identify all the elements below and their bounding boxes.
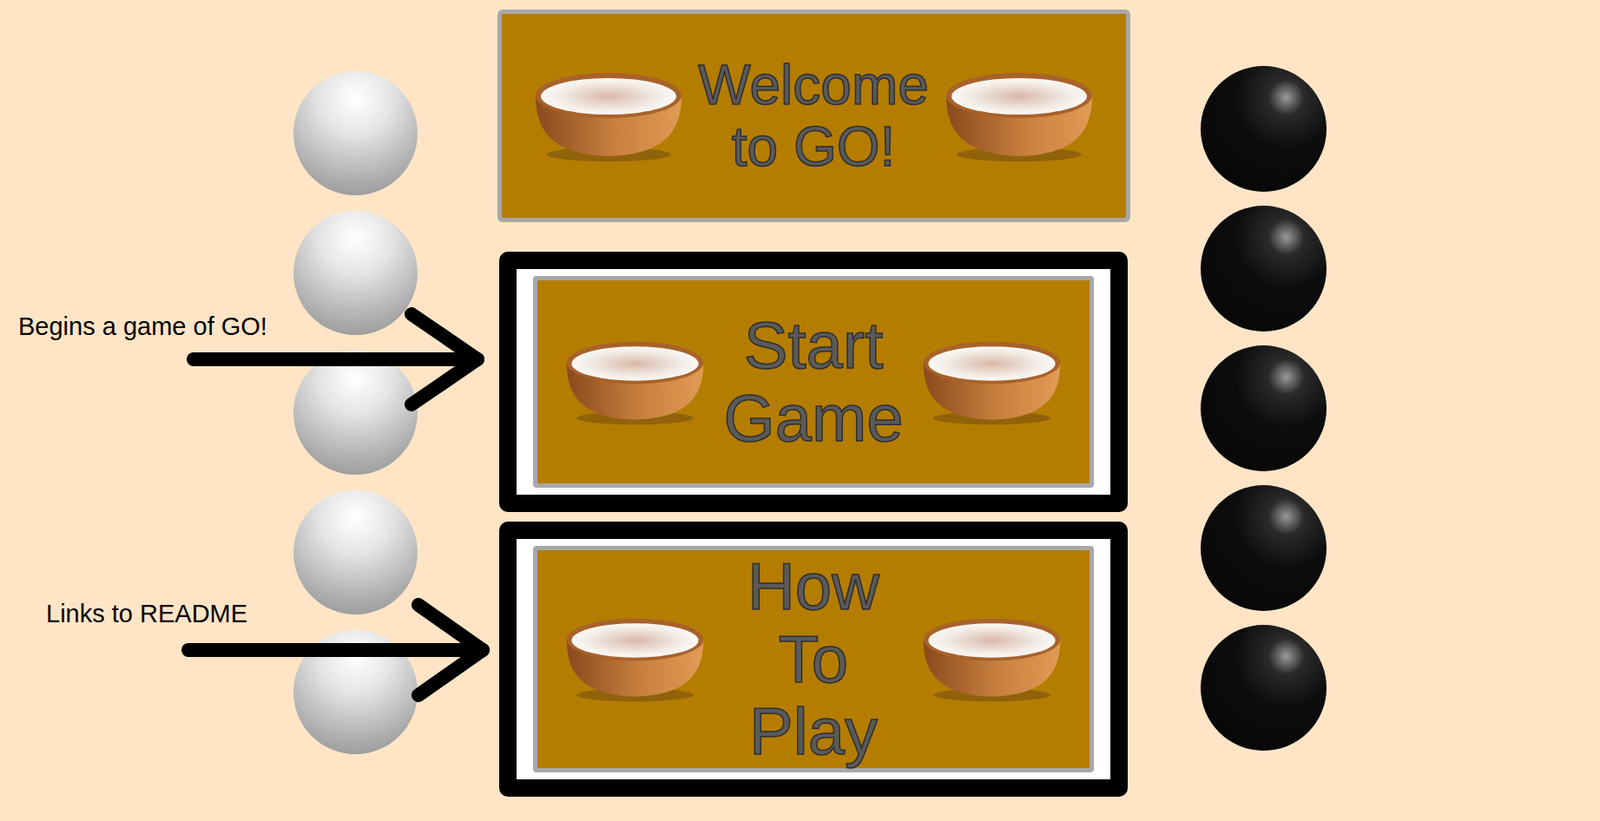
white-stone-icon — [293, 71, 418, 196]
black-stone-icon — [1200, 345, 1327, 472]
white-stone-icon — [293, 350, 418, 475]
black-stone-icon — [1200, 625, 1327, 751]
annotation-text: Begins a game of GO! — [18, 308, 268, 347]
bowl-icon — [563, 336, 707, 428]
bowl-icon — [563, 613, 707, 705]
menu-buttons: Start Game How To Play — [499, 251, 1128, 797]
black-stone-icon — [1200, 485, 1327, 612]
white-stones — [293, 0, 418, 821]
white-stone-icon — [293, 210, 418, 336]
title-banner: Welcome to GO! — [497, 9, 1131, 223]
main-menu: Welcome to GO! Start Game How To Play Begin… — [0, 0, 1600, 821]
menu-button-frame: How To Play — [499, 521, 1128, 797]
annotation-text: Links to README — [46, 595, 248, 634]
black-stone-icon — [1200, 205, 1327, 332]
menu-column: Welcome to GO! Start Game How To Play — [494, 0, 1133, 821]
bowl-icon — [920, 613, 1064, 705]
title: Welcome to GO! — [684, 54, 943, 178]
menu-button-label: Start Game — [706, 309, 921, 455]
menu-button-frame: Start Game — [499, 251, 1128, 513]
black-stones — [1200, 0, 1327, 821]
white-stone-icon — [293, 490, 418, 615]
menu-button[interactable]: How To Play — [533, 546, 1094, 773]
menu-button[interactable]: Start Game — [533, 276, 1094, 488]
bowl-icon — [920, 336, 1064, 428]
bowl-icon — [942, 67, 1096, 165]
menu-button-label: How To Play — [706, 550, 921, 769]
bowl-icon — [532, 67, 685, 165]
black-stone-icon — [1200, 65, 1327, 192]
